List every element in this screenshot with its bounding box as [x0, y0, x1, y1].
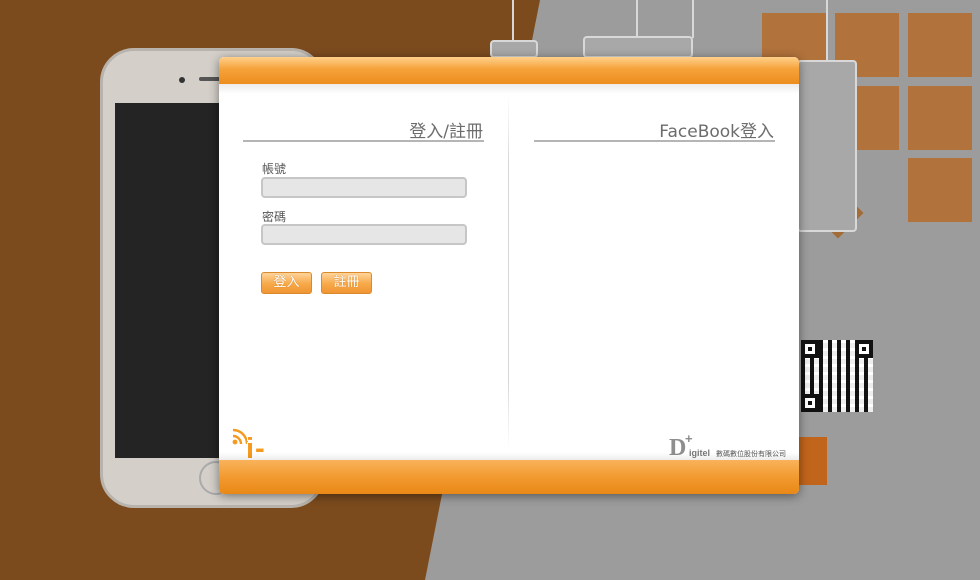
account-label: 帳號: [262, 162, 287, 176]
login-dialog: 登入/註冊 帳號 密碼 登入 註冊 FaceBook登入 i-App D + i…: [219, 57, 799, 494]
hanging-tablet: [797, 60, 857, 232]
background-tile: [908, 86, 972, 150]
login-section-title: 登入/註冊: [409, 122, 483, 142]
section-divider: [508, 95, 509, 450]
qr-finder: [855, 340, 873, 358]
phone-camera: [179, 77, 185, 83]
register-button[interactable]: 註冊: [321, 272, 372, 294]
qr-finder: [801, 340, 819, 358]
hanging-sign: [583, 36, 693, 58]
sign-wire: [692, 0, 694, 38]
sign-wire: [512, 0, 514, 42]
qr-code: [801, 340, 873, 412]
login-button[interactable]: 登入: [261, 272, 312, 294]
facebook-section-title: FaceBook登入: [659, 122, 774, 142]
background-folder-shape: [795, 437, 827, 485]
login-section-rule: [243, 140, 484, 142]
facebook-section-rule: [534, 140, 775, 142]
background-tile: [908, 158, 972, 222]
qr-finder: [801, 394, 819, 412]
sign-wire: [636, 0, 638, 38]
background-tile: [908, 13, 972, 77]
dialog-footer-bar: [219, 452, 799, 494]
account-input[interactable]: [261, 177, 467, 198]
password-input[interactable]: [261, 224, 467, 245]
digitel-logo-plus: +: [685, 431, 693, 446]
dialog-header-bar: [219, 57, 799, 94]
sign-wire: [826, 0, 828, 62]
hanging-sign: [490, 40, 538, 58]
password-label: 密碼: [262, 210, 287, 224]
